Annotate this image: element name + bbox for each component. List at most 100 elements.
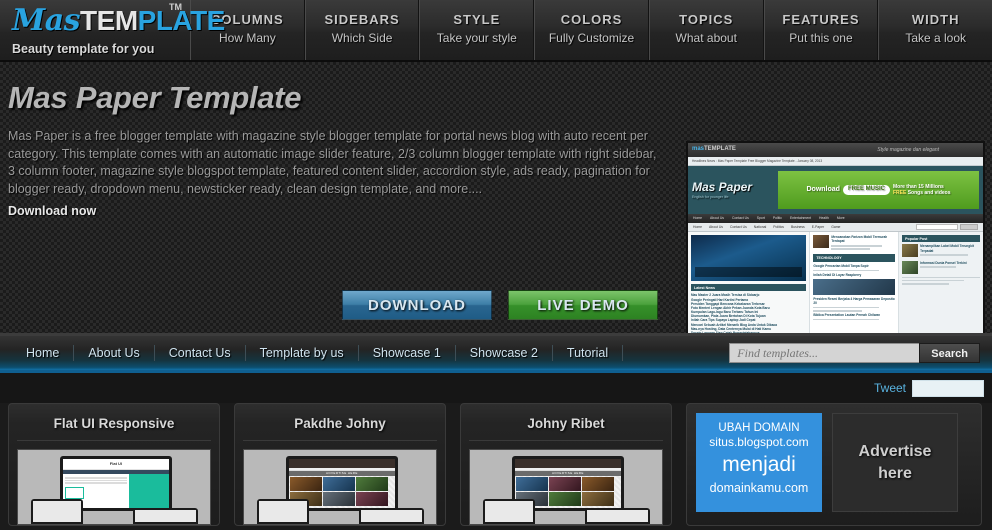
logo-wordmark: MasTEMPLATE xyxy=(12,5,225,36)
preview-search-button xyxy=(960,224,978,230)
download-button[interactable]: DOWNLOAD xyxy=(342,290,492,320)
preview-subnav-item: Business xyxy=(790,224,805,229)
search-button[interactable]: Search xyxy=(919,343,980,363)
search-form: Search xyxy=(729,343,980,363)
subnav-item-showcase-2[interactable]: Showcase 2 xyxy=(456,345,553,361)
search-input[interactable] xyxy=(729,343,920,363)
preview-band-sub: English for younger life xyxy=(692,195,729,200)
nav-item-sidebars[interactable]: SIDEBARS Which Side xyxy=(304,0,420,60)
mock-sidebar xyxy=(128,474,169,508)
preview-nav-item: Politic xyxy=(772,216,782,221)
nav-item-topics[interactable]: TOPICS What about xyxy=(648,0,764,60)
logo-tagline: Beauty template for you xyxy=(12,42,155,56)
tablet-mockup xyxy=(483,498,536,524)
tweet-button[interactable]: Tweet xyxy=(874,381,906,395)
showcase-card-pakdhe-johny[interactable]: Pakdhe Johny ADVERTISE HERE xyxy=(234,403,446,526)
mock-post-thumb xyxy=(516,476,549,491)
hero-description: Mas Paper is a free blogger template wit… xyxy=(8,129,657,196)
ad-domain-banner[interactable]: UBAH DOMAIN situs.blogspot.com menjadi d… xyxy=(696,413,822,512)
nav-item-style[interactable]: STYLE Take your style xyxy=(419,0,535,60)
phone-screen xyxy=(361,509,423,522)
preview-text-line xyxy=(902,279,965,282)
mock-header xyxy=(515,458,621,468)
live-demo-button[interactable]: LIVE DEMO xyxy=(508,290,658,320)
subnav-item-about-us[interactable]: About Us xyxy=(74,345,155,361)
preview-thumbnail xyxy=(813,235,830,248)
mock-text-line xyxy=(65,482,127,484)
preview-item-text: Informasi Dunia Ponsel Terkini xyxy=(920,261,980,270)
logo-text-tem: TEM xyxy=(80,5,138,36)
phone-screen xyxy=(587,509,649,522)
preview-list-item: Menampilkan Label Mobil Terungkit Terpad… xyxy=(902,244,980,258)
page-title: Mas Paper Template xyxy=(8,80,302,115)
preview-nav-item: Entertainment xyxy=(789,216,812,221)
mock-post-thumb xyxy=(356,476,389,491)
ad-placeholder-line-1: Advertise xyxy=(858,442,932,460)
showcase-card-johny-ribet[interactable]: Johny Ribet ADVERTISE HERE xyxy=(460,403,672,526)
card-thumbnail: Flat UI xyxy=(17,449,211,525)
preview-item-title: Menampilkan Label Mobil Terungkit Terpad… xyxy=(920,244,974,253)
preview-nav-item: Home xyxy=(693,216,703,221)
phone-screen xyxy=(135,509,197,522)
preview-text-line xyxy=(902,276,981,279)
card-title: Flat UI Responsive xyxy=(17,412,211,441)
tablet-screen xyxy=(33,500,82,522)
hero-section: Mas Paper Template Mas Paper is a free b… xyxy=(0,62,992,336)
subnav-item-tutorial[interactable]: Tutorial xyxy=(553,345,624,361)
preview-featured-image xyxy=(691,235,807,281)
preview-masthead: Mas Paper English for younger life Downl… xyxy=(688,166,983,214)
ad-placeholder-slot[interactable]: Advertise here xyxy=(832,413,958,512)
ad-line-3: menjadi xyxy=(722,453,796,477)
preview-ad-download: Download xyxy=(806,185,840,193)
nav-item-width[interactable]: WIDTH Take a look xyxy=(878,0,992,60)
nav-item-subtitle: What about xyxy=(675,31,737,45)
secondary-nav-list: Home About Us Contact Us Template by us … xyxy=(0,345,624,361)
mock-post-thumb xyxy=(323,476,356,491)
primary-nav: COLUMNS How Many SIDEBARS Which Side STY… xyxy=(190,0,992,60)
mock-post-thumb xyxy=(582,492,615,506)
subnav-item-showcase-1[interactable]: Showcase 1 xyxy=(359,345,456,361)
preview-ad-pill: FREE MUSIC xyxy=(842,185,890,195)
showcase-card-flat-ui[interactable]: Flat UI Responsive Flat UI xyxy=(8,403,220,526)
subnav-item-template-by-us[interactable]: Template by us xyxy=(246,345,359,361)
template-preview-image[interactable]: masTEMPLATE Style magazine dan elegant H… xyxy=(686,141,985,333)
preview-nav-item: Sport xyxy=(756,216,765,221)
preview-subnav-item: E-Paper xyxy=(811,224,825,229)
preview-list-item: Informasi Dunia Ponsel Terkini xyxy=(902,260,980,274)
preview-search xyxy=(916,224,978,230)
download-now-link[interactable]: Download now xyxy=(8,204,668,218)
phone-mockup xyxy=(585,507,651,524)
site-logo[interactable]: TM MasTEMPLATE Beauty template for you xyxy=(0,0,225,60)
preview-topbar: masTEMPLATE Style magazine dan elegant xyxy=(688,143,983,157)
site-header: TM MasTEMPLATE Beauty template for you C… xyxy=(0,0,992,62)
preview-section-heading: TECHNOLOGY xyxy=(813,254,896,262)
preview-subnav-item: Contact Us xyxy=(730,224,747,229)
preview-column-tech: Mencanakan Farizon Mobil Termurah Terdap… xyxy=(810,232,900,333)
nav-item-subtitle: Take a look xyxy=(905,31,967,45)
preview-item-text: Mencanakan Farizon Mobil Termurah Terdap… xyxy=(831,235,895,251)
preview-text-line xyxy=(813,306,879,309)
preview-slogan: Style magazine dan elegant xyxy=(877,146,939,153)
trademark-mark: TM xyxy=(169,2,182,12)
preview-list-item: Mencanakan Farizon Mobil Termurah Terdap… xyxy=(813,235,895,251)
showcase-cards: Flat UI Responsive Flat UI Pakdhe Johny … xyxy=(0,403,992,526)
preview-column-main: Latest News Mas Master 2 Juara Masih Ter… xyxy=(688,232,811,333)
mock-header: Flat UI xyxy=(63,458,169,470)
preview-nav-primary: Home About Us Contact Us Sport Politic E… xyxy=(688,214,983,223)
nav-item-subtitle: Take your style xyxy=(436,31,517,45)
preview-nav-item: More xyxy=(836,216,845,221)
preview-subnav-item: Game xyxy=(831,224,841,229)
subnav-item-home[interactable]: Home xyxy=(12,345,75,361)
mock-post-thumb xyxy=(290,476,323,491)
tablet-mockup xyxy=(31,498,84,524)
preview-thumbnail xyxy=(813,278,896,295)
subnav-item-contact-us[interactable]: Contact Us xyxy=(155,345,246,361)
phone-mockup xyxy=(133,507,199,524)
preview-headline: Biblica Presentation Lautan Pernah Chilw… xyxy=(813,313,881,318)
nav-item-colors[interactable]: COLORS Fully Customize xyxy=(534,0,649,60)
card-title: Johny Ribet xyxy=(469,412,663,441)
preview-nav-item: Contact Us xyxy=(732,216,749,221)
ad-line-2: situs.blogspot.com xyxy=(709,435,809,450)
nav-item-features[interactable]: FEATURES Put this one xyxy=(763,0,879,60)
nav-item-title: TOPICS xyxy=(679,12,734,27)
